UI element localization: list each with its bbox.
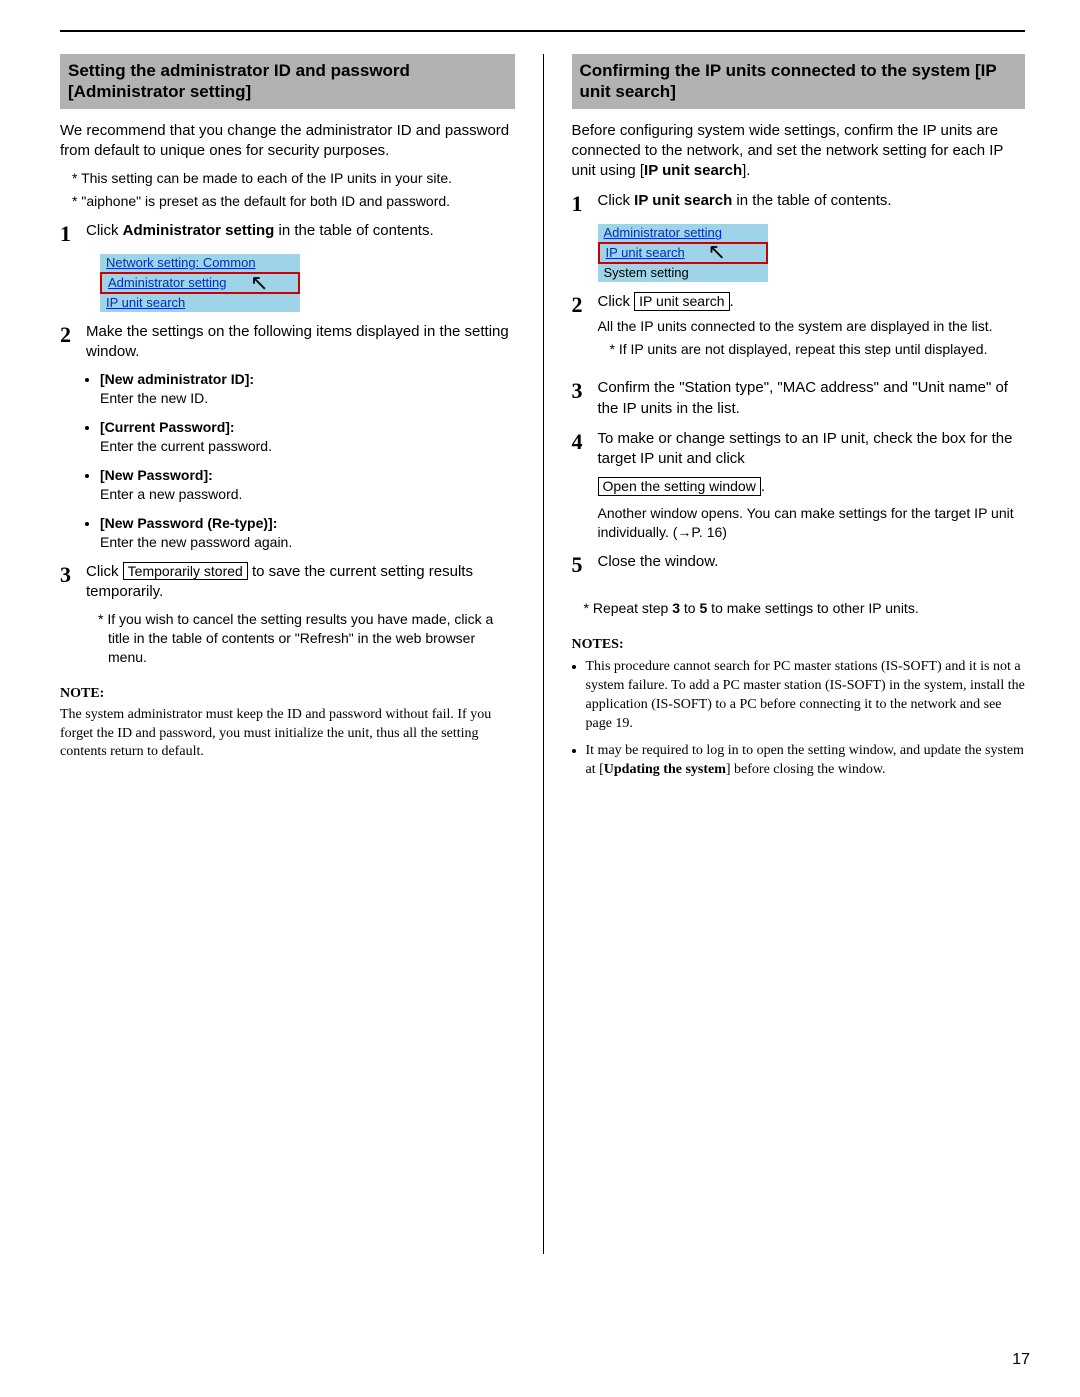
cursor-icon: ↖ — [708, 237, 726, 267]
bold: IP unit search — [634, 192, 732, 209]
text: . — [761, 478, 765, 495]
toc-link-highlighted: IP unit search — [598, 242, 768, 264]
bold: IP unit search — [644, 162, 742, 179]
right-section-header: Confirming the IP units connected to the… — [572, 54, 1026, 109]
star-note: If you wish to cancel the setting result… — [98, 610, 515, 667]
left-step-2: 2 Make the settings on the following ite… — [60, 322, 515, 363]
list-item: [New administrator ID]: Enter the new ID. — [100, 370, 515, 408]
step-number: 3 — [60, 562, 86, 603]
step-body: Close the window. — [598, 552, 1026, 577]
text: Repeat step — [593, 600, 672, 616]
step-body: Click Administrator setting in the table… — [86, 221, 515, 246]
list-item: [Current Password]: Enter the current pas… — [100, 418, 515, 456]
cursor-icon: ↖ — [250, 268, 268, 298]
button-box: Temporarily stored — [123, 562, 248, 581]
text: Click — [598, 192, 635, 209]
right-notes-list: This procedure cannot search for PC mast… — [572, 658, 1026, 779]
right-step-5: 5 Close the window. — [572, 552, 1026, 577]
right-step-1: 1 Click IP unit search in the table of c… — [572, 191, 1026, 216]
step-desc: All the IP units connected to the system… — [598, 317, 1026, 336]
step-number: 1 — [572, 191, 598, 216]
right-intro: Before configuring system wide settings,… — [572, 121, 1026, 182]
step-body: Click IP unit search in the table of con… — [598, 191, 1026, 216]
right-step-2: 2 Click IP unit search. All the IP units… — [572, 292, 1026, 368]
text: ]. — [742, 162, 750, 179]
text: in the table of contents. — [732, 192, 891, 209]
step-number: 2 — [572, 292, 598, 368]
text: in the table of contents. — [274, 222, 433, 239]
text: Click — [86, 563, 123, 580]
text: . — [730, 293, 734, 310]
item-desc: Enter the new password again. — [100, 534, 292, 550]
step-body: To make or change settings to an IP unit… — [598, 429, 1026, 542]
left-star-notes: This setting can be made to each of the … — [60, 169, 515, 211]
item-label: [New Password]: — [100, 467, 213, 483]
top-rule — [60, 30, 1025, 32]
left-step3-sub: If you wish to cancel the setting result… — [86, 610, 515, 667]
step-number: 4 — [572, 429, 598, 542]
item-desc: Enter the new ID. — [100, 390, 208, 406]
step-number: 2 — [60, 322, 86, 363]
text: To make or change settings to an IP unit… — [598, 430, 1013, 467]
bold: 3 — [672, 600, 680, 616]
right-toc-illustration: Administrator setting IP unit search Sys… — [598, 224, 768, 282]
page-number: 17 — [1012, 1349, 1030, 1371]
text: to make settings to other IP units. — [707, 600, 918, 616]
right-step-4: 4 To make or change settings to an IP un… — [572, 429, 1026, 542]
toc-link: IP unit search — [100, 294, 300, 312]
text: Click — [598, 293, 635, 310]
left-column: Setting the administrator ID and passwor… — [60, 54, 543, 1254]
button-box: IP unit search — [634, 292, 729, 311]
left-toc-illustration: Network setting: Common Administrator se… — [100, 254, 300, 312]
right-repeat-note: Repeat step 3 to 5 to make settings to o… — [572, 599, 1026, 618]
button-box: Open the setting window — [598, 477, 761, 496]
star-note: Repeat step 3 to 5 to make settings to o… — [584, 599, 1026, 618]
step-number: 1 — [60, 221, 86, 246]
left-intro: We recommend that you change the adminis… — [60, 121, 515, 162]
bold: Updating the system — [604, 762, 726, 777]
item-desc: Enter the current password. — [100, 438, 272, 454]
toc-link: Network setting: Common — [100, 254, 300, 272]
left-star-1: This setting can be made to each of the … — [72, 169, 515, 188]
step-body: Click Temporarily stored to save the cur… — [86, 562, 515, 603]
text: to — [680, 600, 699, 616]
step-number: 5 — [572, 552, 598, 577]
step-body: Click IP unit search. All the IP units c… — [598, 292, 1026, 368]
step-body: Make the settings on the following items… — [86, 322, 515, 363]
list-item: [New Password (Re-type)]: Enter the new p… — [100, 514, 515, 552]
toc-link-highlighted: Administrator setting — [100, 272, 300, 294]
left-star-2: "aiphone" is preset as the default for b… — [72, 192, 515, 211]
item-desc: Enter a new password. — [100, 486, 242, 502]
left-step2-items: [New administrator ID]: Enter the new ID.… — [86, 370, 515, 551]
left-note-head: NOTE: — [60, 685, 515, 704]
toc-link: System setting — [598, 264, 768, 282]
left-section-header: Setting the administrator ID and passwor… — [60, 54, 515, 109]
right-notes-head: NOTES: — [572, 636, 1026, 655]
text: Before configuring system wide settings,… — [572, 122, 1004, 180]
step-body: Confirm the "Station type", "MAC address… — [598, 378, 1026, 419]
bold: Administrator setting — [123, 222, 275, 239]
text: ] before closing the window. — [726, 762, 886, 777]
list-item: [New Password]: Enter a new password. — [100, 466, 515, 504]
toc-link: Administrator setting — [598, 224, 768, 242]
text: Click — [86, 222, 123, 239]
item-label: [New administrator ID]: — [100, 371, 254, 387]
note-item: This procedure cannot search for PC mast… — [586, 658, 1026, 734]
left-step-3: 3 Click Temporarily stored to save the c… — [60, 562, 515, 603]
two-column-layout: Setting the administrator ID and passwor… — [60, 54, 1025, 1254]
star-note: If IP units are not displayed, repeat th… — [610, 340, 1026, 359]
step-desc: Another window opens. You can make setti… — [598, 504, 1026, 542]
left-note-body: The system administrator must keep the I… — [60, 706, 515, 763]
right-step-3: 3 Confirm the "Station type", "MAC addre… — [572, 378, 1026, 419]
note-item: It may be required to log in to open the… — [586, 742, 1026, 780]
item-label: [New Password (Re-type)]: — [100, 515, 277, 531]
left-step-1: 1 Click Administrator setting in the tab… — [60, 221, 515, 246]
step-number: 3 — [572, 378, 598, 419]
item-label: [Current Password]: — [100, 419, 235, 435]
right-column: Confirming the IP units connected to the… — [543, 54, 1026, 1254]
